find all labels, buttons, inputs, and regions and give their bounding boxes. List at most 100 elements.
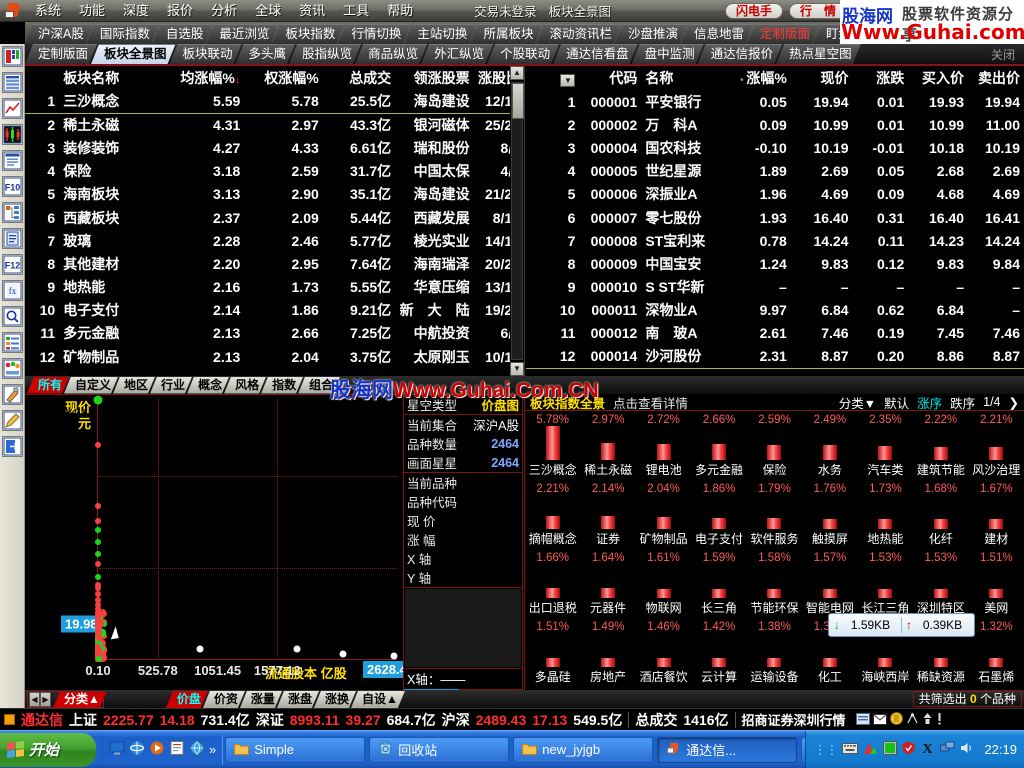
- stock-row-name[interactable]: 平安银行: [641, 90, 717, 113]
- bottom-subtab-2[interactable]: 涨量: [240, 691, 282, 708]
- table-row[interactable]: 6 000007 零七股份 1.93 16.40 0.31 16.40 16.41: [526, 206, 1024, 229]
- table-row[interactable]: 1 000001 平安银行 0.05 19.94 0.01 19.93 19.94: [526, 90, 1024, 113]
- toolbar-tab-3[interactable]: 最近浏览: [206, 24, 278, 44]
- f12-trade-icon[interactable]: F12: [2, 254, 23, 275]
- taskbar-button[interactable]: 回收站: [369, 737, 509, 763]
- sector-row-leader[interactable]: 海岛建设: [395, 90, 473, 113]
- network-tray-icon[interactable]: [940, 741, 955, 758]
- quicklaunch-overflow-icon[interactable]: »: [209, 742, 216, 757]
- x-app-tray-icon[interactable]: X: [920, 741, 935, 758]
- table-row[interactable]: 4 000005 世纪星源 1.89 2.69 0.05 2.68 2.69: [526, 160, 1024, 183]
- sector-row-name[interactable]: 保险: [59, 160, 164, 183]
- table-row[interactable]: 1 三沙概念 5.59 5.78 25.5亿 海岛建设 12/12: [25, 90, 524, 113]
- menu-item-8[interactable]: 帮助: [378, 1, 422, 21]
- heatmap-cell[interactable]: 5.78% 三沙概念: [525, 411, 580, 480]
- sector-row-name[interactable]: 电子支付: [59, 299, 164, 322]
- stock-row-name[interactable]: 零七股份: [641, 206, 717, 229]
- heatmap-cell[interactable]: 1.51% 美网: [969, 549, 1024, 618]
- close-view-button[interactable]: 关闭: [985, 46, 1021, 64]
- menu-item-2[interactable]: 深度: [114, 1, 158, 21]
- show-desktop-icon[interactable]: [109, 740, 125, 759]
- heatmap-cell[interactable]: 2.14% 证券: [580, 480, 635, 549]
- bottom-subtab-3[interactable]: 涨盘: [277, 691, 319, 708]
- stock-col-code[interactable]: 代码: [579, 66, 641, 90]
- mid-subtab-6[interactable]: 指数: [261, 377, 303, 394]
- sector-row-leader[interactable]: 华意压缩: [395, 276, 473, 299]
- stock-row-name[interactable]: 国农科技: [641, 136, 717, 159]
- heatmap-cell[interactable]: 1.86% 电子支付: [691, 480, 746, 549]
- view-tab-8[interactable]: 通达信看盘: [553, 44, 638, 64]
- f10-info-icon[interactable]: F10: [2, 176, 23, 197]
- stock-col-price[interactable]: 现价: [791, 66, 853, 90]
- mid-subtab-0[interactable]: 所有: [27, 377, 69, 394]
- stock-row-code[interactable]: 000002: [579, 113, 641, 136]
- table-row[interactable]: 4保险3.182.5931.7亿中国太保4/4: [25, 160, 524, 183]
- report-grid-icon[interactable]: [2, 46, 23, 67]
- media-player-icon[interactable]: [149, 740, 165, 759]
- index-0-label[interactable]: 上证: [69, 710, 97, 730]
- menu-item-1[interactable]: 功能: [70, 1, 114, 21]
- stock-row-name[interactable]: S ST华新: [641, 276, 717, 299]
- stock-row-code[interactable]: 000008: [579, 229, 641, 252]
- stock-col-bid[interactable]: 买入价: [908, 66, 968, 90]
- stock-row-code[interactable]: 000005: [579, 160, 641, 183]
- table-row[interactable]: 9 000010 S ST华新 – – – – –: [526, 276, 1024, 299]
- table-row[interactable]: 2 000002 万 科A 0.09 10.99 0.01 10.99 11.00: [526, 113, 1024, 136]
- stock-row-code[interactable]: 000011: [579, 299, 641, 322]
- taskbar-button[interactable]: new_jyjgb: [513, 737, 653, 763]
- sector-row-leader[interactable]: 中航投资: [395, 322, 473, 345]
- exclaim-icon[interactable]: [936, 712, 943, 728]
- index-2-label[interactable]: 沪深: [442, 710, 470, 730]
- taskbar-button[interactable]: 通达信...: [657, 737, 797, 763]
- stock-row-name[interactable]: ST宝利来: [641, 229, 717, 252]
- mid-subtab-3[interactable]: 行业: [150, 377, 192, 394]
- table-row[interactable]: 10 电子支付 2.14 1.86 9.21亿新 大 陆 19/22: [25, 299, 524, 322]
- sector-row-leader[interactable]: 棱光实业: [395, 229, 473, 252]
- toolbar-tab-11[interactable]: 定制版面: [747, 24, 819, 44]
- globe-icon[interactable]: [189, 740, 205, 759]
- sector-row-leader[interactable]: 瑞和股份: [395, 136, 473, 159]
- stock-row-code[interactable]: 000001: [579, 90, 641, 113]
- heatmap-hint[interactable]: 点击查看详情: [613, 393, 688, 412]
- sector-row-name[interactable]: 三沙概念: [59, 90, 164, 113]
- table-row[interactable]: 11 000012 南 玻A 2.61 7.46 0.19 7.45 7.46: [526, 322, 1024, 345]
- table-row[interactable]: 3装修装饰4.274.336.61亿瑞和股份8/9: [25, 136, 524, 159]
- search-magnifier-icon[interactable]: [2, 306, 23, 327]
- table-row[interactable]: 6 西藏板块 2.37 2.09 5.44亿 西藏发展 8/10: [25, 206, 524, 229]
- stock-dropdown-icon[interactable]: ▼: [560, 74, 575, 87]
- stock-col-ask[interactable]: 卖出价: [968, 66, 1024, 90]
- stock-row-name[interactable]: 中国宝安: [641, 252, 717, 275]
- sector-row-leader[interactable]: 新 大 陆: [395, 299, 473, 322]
- view-tab-9[interactable]: 盘中监测: [632, 44, 704, 64]
- stock-row-name[interactable]: 深物业A: [641, 299, 717, 322]
- bottom-subtab-5[interactable]: 自设▲: [351, 691, 405, 708]
- heatmap-next-page-icon[interactable]: ❯: [1009, 395, 1019, 410]
- menu-item-0[interactable]: 系统: [26, 1, 70, 21]
- multi-chart-icon[interactable]: [2, 358, 23, 379]
- view-tab-0[interactable]: 定制版面: [25, 44, 97, 64]
- sector-row-name[interactable]: 多元金融: [59, 322, 164, 345]
- table-row[interactable]: 5 海南板块 3.13 2.90 35.1亿 海岛建设 21/25: [25, 183, 524, 206]
- view-tab-5[interactable]: 商品纵览: [355, 44, 427, 64]
- sector-scroll-track[interactable]: [511, 82, 523, 360]
- ie-browser-icon[interactable]: [129, 740, 145, 759]
- mid-subtab-1[interactable]: 自定义: [64, 377, 118, 394]
- sector-scroll-thumb[interactable]: [512, 83, 524, 119]
- mid-subtab-2[interactable]: 地区: [113, 377, 155, 394]
- mid-subtab-7[interactable]: 组合: [298, 377, 340, 394]
- heatmap-cell[interactable]: 2.66% 多元金融: [691, 411, 746, 480]
- menu-item-6[interactable]: 资讯: [290, 1, 334, 21]
- tray-grip-icon[interactable]: ⋮⋮: [813, 742, 837, 758]
- stock-row-name[interactable]: 万 科A: [641, 113, 717, 136]
- table-row[interactable]: 2 稀土永磁 4.31 2.97 43.3亿 银河磁体 25/27: [25, 113, 524, 136]
- sector-row-name[interactable]: 海南板块: [59, 183, 164, 206]
- heatmap-classify-dropdown[interactable]: 分类▼: [839, 393, 876, 412]
- table-row[interactable]: 8 000009 中国宝安 1.24 9.83 0.12 9.83 9.84: [526, 252, 1024, 275]
- stock-row-code[interactable]: 000012: [579, 322, 641, 345]
- heatmap-cell[interactable]: 2.49% 水务: [802, 411, 857, 480]
- table-row[interactable]: 5 000006 深振业A 1.96 4.69 0.09 4.68 4.69: [526, 183, 1024, 206]
- candlestick-icon[interactable]: [2, 124, 23, 145]
- stock-col-delta[interactable]: 涨跌: [853, 66, 909, 90]
- detail-list-icon[interactable]: [2, 332, 23, 353]
- toolbar-tab-10[interactable]: 信息地雷: [681, 24, 753, 44]
